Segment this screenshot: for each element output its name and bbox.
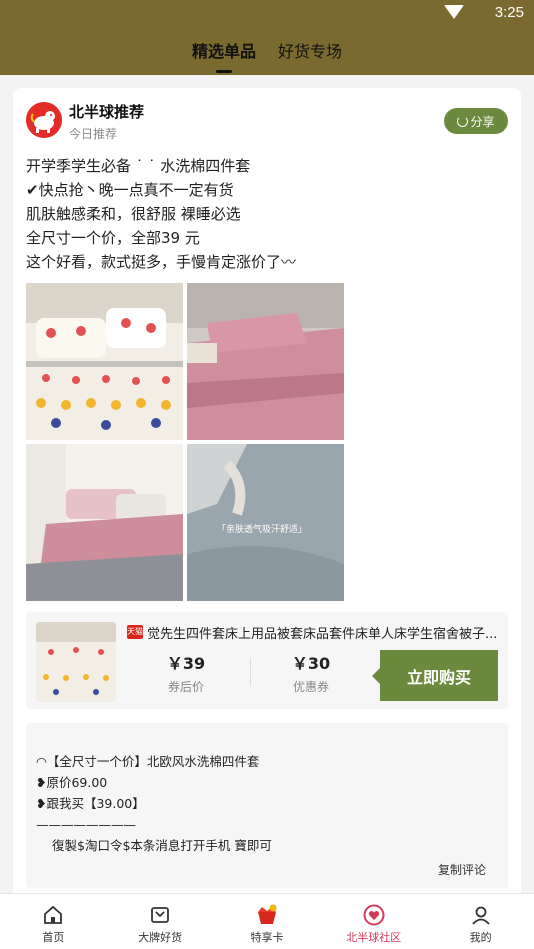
photo-floral-bedding[interactable] xyxy=(26,283,183,440)
post-line: 全尺寸一个价，全部39 元 xyxy=(26,229,200,247)
bottom-nav: 首页 大牌好货 特享卡 北半球社区 我的 xyxy=(0,893,534,949)
post-line: 这个好看，款式挺多，手慢肯定涨价了〰 xyxy=(26,253,297,271)
share-button[interactable]: 分享 xyxy=(444,108,508,134)
nav-community[interactable]: 北半球社区 xyxy=(320,894,427,949)
final-price-value: ￥39 xyxy=(166,654,206,673)
status-time: 3:25 xyxy=(494,4,524,21)
copy-comment-button[interactable]: 复制评论 xyxy=(438,861,486,878)
comment-text: ◠【全尺寸一个价】北欧风水洗棉四件套 ❥原价69.00 ❥跟我买【39.00】 … xyxy=(36,751,272,856)
coupon: ￥30 优惠券 xyxy=(256,650,366,695)
post-line: 肌肤触感柔和，很舒服 裸睡必选 xyxy=(26,205,241,223)
avatar[interactable] xyxy=(26,102,62,138)
photo-pink-bedding[interactable] xyxy=(187,283,344,440)
vip-card-icon xyxy=(257,904,277,924)
top-tabs: 精选单品 好货专场 xyxy=(0,38,534,73)
nav-label: 首页 xyxy=(42,931,65,944)
community-icon xyxy=(363,904,385,926)
product-card[interactable]: 天猫 觉先生四件套床上用品被套床品套件床单人床学生宿舍被子... ￥39 券后价… xyxy=(26,612,508,709)
tab-good-deals[interactable]: 好货专场 xyxy=(278,38,342,70)
comment-line: ❥原价69.00 xyxy=(36,775,108,790)
nav-profile[interactable]: 我的 xyxy=(427,894,534,949)
comment-line: ———————— xyxy=(36,817,136,832)
nav-label: 特享卡 xyxy=(250,931,284,944)
comment-line: ❥跟我买【39.00】 xyxy=(36,796,145,811)
post-line: ✔快点抢丶晚一点真不一定有货 xyxy=(26,181,234,199)
photo-fabric-closeup[interactable]: 「亲肤透气吸汗舒适」 xyxy=(187,444,344,601)
brand-goods-icon xyxy=(151,907,170,923)
comment-box: ◠【全尺寸一个价】北欧风水洗棉四件套 ❥原价69.00 ❥跟我买【39.00】 … xyxy=(26,723,508,888)
share-label: 分享 xyxy=(470,114,495,129)
share-icon xyxy=(457,115,469,127)
nav-label: 大牌好货 xyxy=(138,931,183,944)
tmall-badge-icon: 天猫 xyxy=(127,625,143,639)
coupon-value: ￥30 xyxy=(291,654,331,673)
post-subtitle: 今日推荐 xyxy=(69,127,118,141)
coupon-label: 优惠券 xyxy=(292,680,329,694)
comment-line: 復製$淘口令$本条消息打开手机 寶即可 xyxy=(52,838,272,853)
post-text: 开学季学生必备 ˙ ˙ 水洗棉四件套 ✔快点抢丶晚一点真不一定有货 肌肤触感柔和… xyxy=(26,154,506,274)
tab-selected-items[interactable]: 精选单品 xyxy=(192,38,256,73)
product-thumbnail[interactable] xyxy=(36,622,116,702)
divider xyxy=(250,658,251,686)
top-header: 3:25 精选单品 好货专场 xyxy=(0,0,534,75)
nav-label: 北半球社区 xyxy=(346,931,402,944)
photo-grid: 「亲肤透气吸汗舒适」 xyxy=(26,283,346,601)
final-price-label: 券后价 xyxy=(167,680,204,694)
nav-brand-goods[interactable]: 大牌好货 xyxy=(107,894,214,949)
nav-home[interactable]: 首页 xyxy=(0,894,107,949)
final-price: ￥39 券后价 xyxy=(127,650,245,695)
home-icon xyxy=(44,905,63,924)
comment-line: ◠【全尺寸一个价】北欧风水洗棉四件套 xyxy=(36,754,260,769)
nav-vip-card[interactable]: 特享卡 xyxy=(214,894,321,949)
author-name[interactable]: 北半球推荐 xyxy=(69,101,144,122)
photo-caption: 「亲肤透气吸汗舒适」 xyxy=(217,525,308,535)
nav-label: 我的 xyxy=(469,931,492,944)
wifi-icon xyxy=(444,5,464,19)
post-card: 北半球推荐 今日推荐 分享 开学季学生必备 ˙ ˙ 水洗棉四件套 ✔快点抢丶晚一… xyxy=(13,88,521,900)
profile-icon xyxy=(471,906,490,925)
buy-now-button[interactable]: 立即购买 xyxy=(372,650,498,701)
post-line: 开学季学生必备 ˙ ˙ 水洗棉四件套 xyxy=(26,157,251,175)
photo-pink-bed-room[interactable] xyxy=(26,444,183,601)
product-title[interactable]: 觉先生四件套床上用品被套床品套件床单人床学生宿舍被子... xyxy=(147,623,502,642)
